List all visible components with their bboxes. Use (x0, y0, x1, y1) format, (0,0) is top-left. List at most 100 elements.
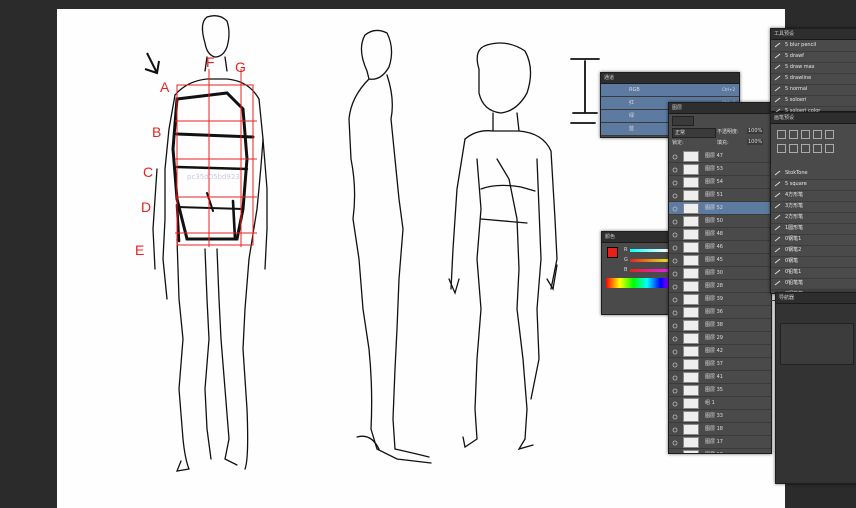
layer-row[interactable]: 图层 30 (669, 267, 771, 280)
layer-row[interactable]: 图层 48 (669, 228, 771, 241)
layer-thumbnail (683, 320, 699, 331)
layer-row[interactable]: 图层 36 (669, 306, 771, 319)
eye-icon[interactable] (672, 218, 678, 225)
letter-f: F (206, 54, 215, 70)
eye-icon[interactable] (672, 231, 678, 238)
eye-icon[interactable] (672, 400, 678, 407)
eye-icon[interactable] (672, 192, 678, 199)
brush-tool-icon[interactable] (789, 130, 798, 139)
eye-icon[interactable] (672, 413, 678, 420)
brush-tool-icon[interactable] (825, 144, 834, 153)
eye-icon[interactable] (672, 452, 678, 453)
brush-tool-icon[interactable] (801, 130, 810, 139)
color-r-slider[interactable] (630, 249, 668, 252)
layer-row[interactable]: 图层 50 (669, 215, 771, 228)
layer-name: 图层 18 (705, 426, 723, 432)
eye-icon[interactable] (672, 439, 678, 446)
layer-row[interactable]: 图层 52 (669, 202, 771, 215)
brush-tool-icon[interactable] (813, 144, 822, 153)
brush-tool-icon[interactable] (777, 130, 786, 139)
color-b-slider[interactable] (630, 269, 668, 272)
eye-icon[interactable] (672, 166, 678, 173)
layer-row[interactable]: 图层 53 (669, 163, 771, 176)
layer-thumbnail (683, 294, 699, 305)
layer-row[interactable]: 组 1 (669, 397, 771, 410)
layer-thumbnail (683, 242, 699, 253)
eye-icon[interactable] (672, 361, 678, 368)
layer-name: 图层 54 (705, 179, 723, 185)
brush-presets-panel: 画笔预设 StokTone 5 square 4方形笔 3方形笔 2方形笔 1圆形笔 0钢笔… (770, 112, 856, 301)
layer-name: 图层 35 (705, 387, 723, 393)
eye-icon[interactable] (672, 179, 678, 186)
brush-tool-icon[interactable] (777, 144, 786, 153)
eye-icon[interactable] (672, 348, 678, 355)
tool-preset-label: 5 draw max (785, 64, 815, 70)
layer-name: 图层 46 (705, 244, 723, 250)
eye-icon[interactable] (672, 309, 678, 316)
layer-name: 图层 37 (705, 361, 723, 367)
layer-kind-filter[interactable] (672, 116, 694, 126)
blend-mode-select[interactable]: 正常 (672, 128, 716, 138)
layer-name: 图层 51 (705, 192, 723, 198)
layer-thumbnail (683, 333, 699, 344)
pencil-icon (774, 86, 781, 92)
navigator-panel: 导航器 (775, 292, 856, 484)
fill-value[interactable]: 100% (747, 139, 764, 145)
layer-row[interactable]: 图层 37 (669, 358, 771, 371)
brush-tool-icon[interactable] (813, 130, 822, 139)
layer-row[interactable]: 图层 33 (669, 410, 771, 423)
layer-thumbnail (683, 450, 699, 453)
layer-thumbnail (683, 216, 699, 227)
channel-row-rgb[interactable]: RGB Ctrl+2 (601, 84, 739, 97)
opacity-value[interactable]: 100% (747, 128, 764, 134)
eye-icon[interactable] (672, 270, 678, 277)
layer-row[interactable]: 图层 42 (669, 345, 771, 358)
letter-b: B (152, 124, 161, 140)
layer-row[interactable]: 图层 45 (669, 254, 771, 267)
eye-icon[interactable] (672, 426, 678, 433)
navigator-preview[interactable] (780, 323, 854, 365)
brush-icon (774, 203, 781, 209)
eye-icon[interactable] (672, 205, 678, 212)
eye-icon[interactable] (672, 387, 678, 394)
layer-row[interactable]: 图层 38 (669, 319, 771, 332)
letter-e: E (135, 242, 144, 258)
eye-icon[interactable] (672, 335, 678, 342)
eye-icon[interactable] (672, 374, 678, 381)
eye-icon[interactable] (672, 153, 678, 160)
eye-icon[interactable] (672, 257, 678, 264)
layer-row[interactable]: 图层 28 (669, 280, 771, 293)
brush-icon (774, 214, 781, 220)
brush-tool-icon[interactable] (801, 144, 810, 153)
layer-row[interactable]: 图层 54 (669, 176, 771, 189)
eye-icon[interactable] (672, 244, 678, 251)
layer-row[interactable]: 图层 18 (669, 423, 771, 436)
layer-row[interactable]: 图层 41 (669, 371, 771, 384)
eye-icon[interactable] (672, 322, 678, 329)
layers-filter-bar (669, 114, 771, 128)
foreground-color-swatch[interactable] (607, 247, 618, 258)
layer-row[interactable]: 图层 47 (669, 150, 771, 163)
layer-thumbnail (683, 359, 699, 370)
opacity-label: 不透明度: (717, 129, 739, 135)
layer-name: 图层 36 (705, 309, 723, 315)
layer-row[interactable]: 图层 46 (669, 241, 771, 254)
color-g-slider[interactable] (630, 259, 668, 262)
brush-tool-icon[interactable] (789, 144, 798, 153)
eye-icon[interactable] (672, 283, 678, 290)
layer-row[interactable]: 图层 35 (669, 384, 771, 397)
layer-row[interactable]: 图层 51 (669, 189, 771, 202)
layer-thumbnail (683, 398, 699, 409)
brush-tool-icon[interactable] (825, 130, 834, 139)
layer-row[interactable]: 图层 17 (669, 436, 771, 449)
layer-row[interactable]: 图层 16 (669, 449, 771, 453)
layer-name: 图层 28 (705, 283, 723, 289)
layer-name: 图层 17 (705, 439, 723, 445)
layer-row[interactable]: 图层 29 (669, 332, 771, 345)
pencil-icon (774, 64, 781, 70)
layer-name: 组 1 (705, 400, 715, 406)
layer-thumbnail (683, 164, 699, 175)
eye-icon[interactable] (672, 296, 678, 303)
layer-row[interactable]: 图层 39 (669, 293, 771, 306)
layers-panel: 图层 正常 不透明度: 100% 锁定: 填充: 100% 图层 47 图层 53… (668, 102, 772, 454)
